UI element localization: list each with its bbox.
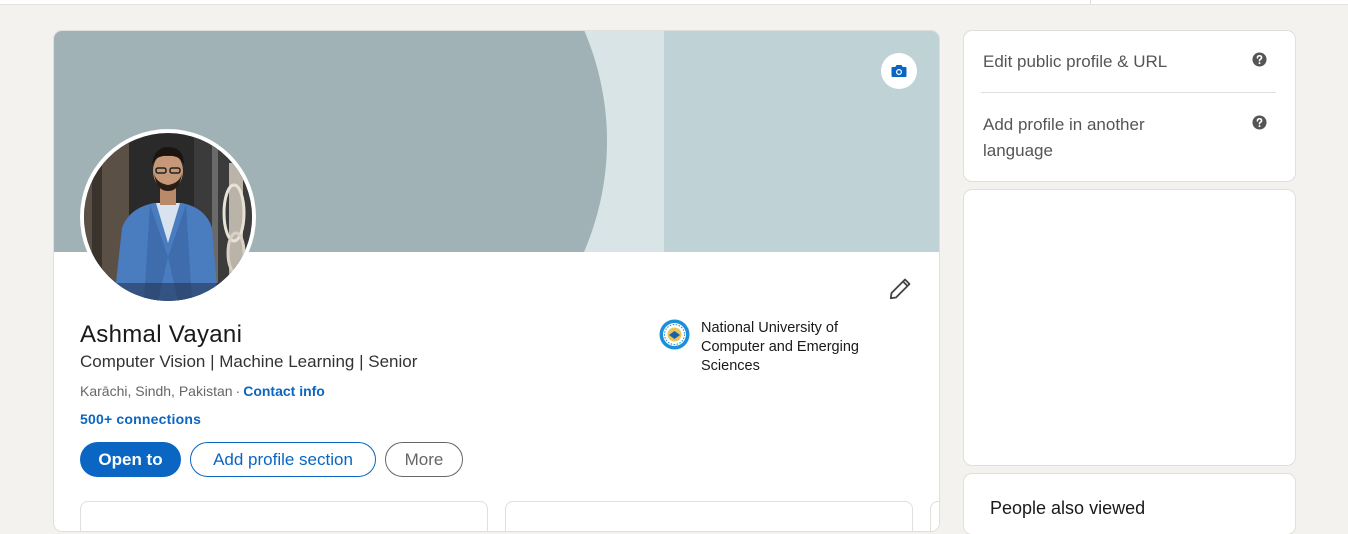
global-nav-bar: [0, 0, 1348, 5]
school-name: National University of Computer and Emer…: [701, 320, 859, 374]
profile-name: Ashmal Vayani: [80, 321, 243, 348]
profile-location: Karāchi, Sindh, Pakistan: [80, 383, 233, 399]
carousel-next-card[interactable]: [930, 501, 939, 531]
education-link[interactable]: National University of Computer and Emer…: [659, 319, 891, 376]
profile-card: Ashmal Vayani Computer Vision | Machine …: [54, 31, 939, 531]
profile-settings-card: Edit public profile & URL Add profile in…: [964, 31, 1295, 181]
contact-info-link[interactable]: Contact info: [243, 383, 325, 399]
help-icon[interactable]: [1252, 115, 1267, 130]
providing-services-card[interactable]: [505, 501, 913, 531]
open-to-button[interactable]: Open to: [80, 442, 181, 477]
profile-headline: Computer Vision | Machine Learning | Sen…: [80, 352, 418, 371]
profile-photo-image: [84, 133, 252, 301]
edit-public-profile-link[interactable]: Edit public profile & URL: [983, 49, 1167, 75]
open-to-work-card[interactable]: [80, 501, 488, 531]
nav-separator: [1090, 0, 1091, 4]
help-icon[interactable]: [1252, 52, 1267, 67]
connections-link[interactable]: 500+ connections: [80, 411, 201, 427]
location-row: Karāchi, Sindh, Pakistan · Contact info: [80, 383, 325, 399]
edit-intro-button[interactable]: [882, 271, 918, 307]
school-logo: [659, 319, 690, 350]
edit-banner-button[interactable]: [881, 53, 917, 89]
profile-photo[interactable]: [80, 129, 256, 305]
camera-icon: [891, 65, 907, 77]
people-also-viewed-card: People also viewed: [964, 474, 1295, 534]
pencil-icon: [889, 278, 911, 300]
divider: [981, 92, 1276, 93]
more-button[interactable]: More: [385, 442, 463, 477]
ad-card: [964, 190, 1295, 465]
people-also-viewed-title: People also viewed: [990, 498, 1146, 518]
location-separator: ·: [235, 383, 241, 399]
add-profile-section-button[interactable]: Add profile section: [190, 442, 376, 477]
add-profile-language-link[interactable]: Add profile in another language: [983, 112, 1213, 164]
